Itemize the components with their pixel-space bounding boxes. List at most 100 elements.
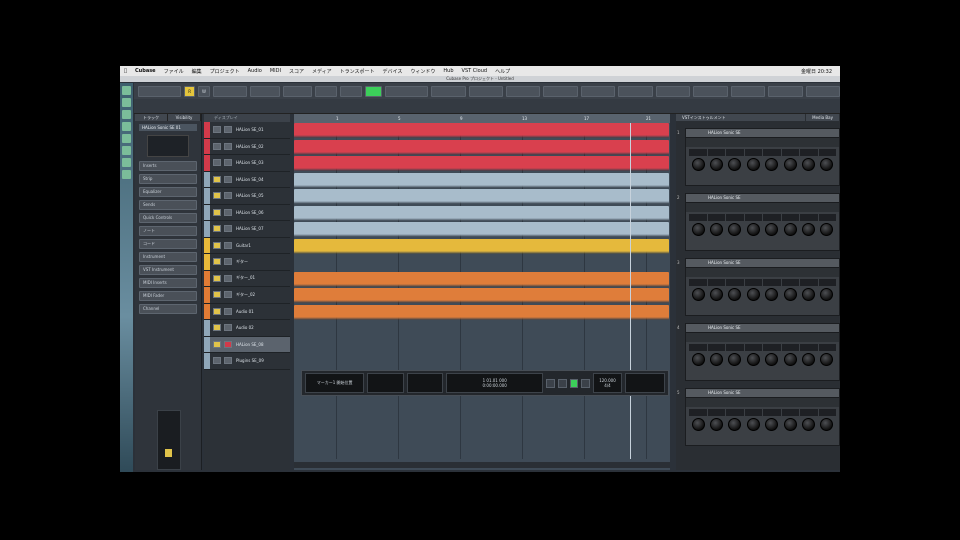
menu-item-edit[interactable]: 編集: [192, 68, 202, 75]
midi-event[interactable]: [294, 304, 669, 320]
toolbar-button[interactable]: [805, 85, 840, 97]
quick-control-knob[interactable]: [820, 288, 834, 301]
menu-item-hub[interactable]: Hub: [443, 68, 453, 74]
dock-app-icon[interactable]: [122, 170, 131, 179]
midi-event[interactable]: [294, 205, 669, 221]
inspector-volume-pan[interactable]: [147, 135, 189, 157]
arrange-window[interactable]: 1 5 9 13 17 21: [294, 114, 670, 470]
dock-app-icon[interactable]: [122, 146, 131, 155]
track-row[interactable]: HALion SE_07: [204, 221, 290, 238]
quick-control-knob[interactable]: [801, 418, 815, 431]
marker-display[interactable]: マーカー1 開始位置: [305, 373, 365, 393]
midi-event[interactable]: [294, 139, 669, 155]
toolbar-button[interactable]: [693, 85, 728, 97]
toolbar-active-button[interactable]: [365, 85, 382, 97]
midi-event[interactable]: [294, 222, 669, 237]
toolbar-button[interactable]: [314, 85, 337, 97]
track-name[interactable]: HALion SE_07: [236, 226, 264, 231]
dock-app-icon[interactable]: [122, 110, 131, 119]
quick-control-knob[interactable]: [783, 418, 797, 431]
track-name[interactable]: HALion SE_02: [236, 144, 264, 149]
record-enable-icon[interactable]: [224, 357, 232, 365]
menu-item-media[interactable]: メディア: [312, 68, 332, 75]
track-name[interactable]: Plugins SE_09: [236, 358, 264, 363]
locator-right[interactable]: [406, 373, 443, 393]
midi-event[interactable]: [294, 238, 669, 254]
track-row[interactable]: HALion SE_02: [204, 138, 290, 155]
track-name[interactable]: HALion SE_04: [236, 177, 264, 182]
inspector-section-midi-inserts[interactable]: MIDI Inserts: [139, 278, 197, 288]
toolbar-button[interactable]: [384, 85, 429, 97]
menu-app[interactable]: Cubase: [135, 68, 156, 74]
record-enable-icon[interactable]: [224, 175, 232, 183]
inspector-section-notes[interactable]: ノート: [139, 226, 197, 236]
dock-app-icon[interactable]: [122, 98, 131, 107]
monitor-icon[interactable]: [213, 340, 221, 348]
quick-control-knob[interactable]: [765, 158, 779, 171]
tempo-display[interactable]: 120.000 4/4: [593, 373, 622, 393]
monitor-icon[interactable]: [213, 357, 221, 365]
inspector-section-midi-fader[interactable]: MIDI Fader: [139, 291, 197, 301]
quick-control-knob[interactable]: [765, 353, 779, 366]
record-enable-icon[interactable]: [224, 340, 232, 348]
quick-control-knob[interactable]: [801, 288, 815, 301]
monitor-icon[interactable]: [213, 142, 221, 150]
quick-control-knob[interactable]: [765, 288, 779, 301]
record-enable-icon[interactable]: [224, 258, 232, 266]
midi-event[interactable]: [294, 172, 669, 188]
monitor-icon[interactable]: [213, 307, 221, 315]
toolbar-button[interactable]: [768, 85, 803, 97]
record-enable-icon[interactable]: [224, 307, 232, 315]
inspector-section-strip[interactable]: Strip: [139, 174, 197, 184]
track-name[interactable]: Audio 02: [236, 325, 254, 330]
automation-read-button[interactable]: R: [184, 85, 196, 97]
menu-item-project[interactable]: プロジェクト: [210, 68, 240, 75]
track-name[interactable]: Audio 01: [236, 309, 254, 314]
menu-item-devices[interactable]: デバイス: [383, 68, 403, 75]
inspector-tab-visibility[interactable]: Visibility: [168, 114, 201, 121]
instrument-preset-row[interactable]: [686, 332, 839, 342]
rack-tab-vsti[interactable]: VSTインストゥルメント: [676, 114, 806, 121]
midi-event[interactable]: [294, 123, 669, 138]
quick-control-knob[interactable]: [746, 158, 760, 171]
track-name[interactable]: HALion SE_08: [236, 342, 264, 347]
quick-control-knob[interactable]: [765, 418, 779, 431]
instrument-preset-row[interactable]: [686, 397, 839, 407]
instrument-preset-row[interactable]: [686, 202, 839, 212]
menu-item-midi[interactable]: MIDI: [270, 68, 281, 74]
quick-control-knob[interactable]: [710, 223, 724, 236]
monitor-icon[interactable]: [213, 324, 221, 332]
instrument-name[interactable]: HALion Sonic SE: [686, 389, 839, 397]
track-row[interactable]: HALion SE_06: [204, 204, 290, 221]
record-enable-icon[interactable]: [224, 192, 232, 200]
position-display[interactable]: 1 01.01 000 0:00:00.000: [445, 373, 544, 393]
monitor-icon[interactable]: [213, 274, 221, 282]
menu-item-window[interactable]: ウィンドウ: [410, 68, 435, 75]
record-enable-icon[interactable]: [224, 208, 232, 216]
dock-app-icon[interactable]: [122, 122, 131, 131]
toolbar-button[interactable]: [138, 85, 182, 97]
channel-fader[interactable]: [157, 410, 181, 470]
track-name[interactable]: HALion SE_06: [236, 210, 264, 215]
monitor-icon[interactable]: [213, 258, 221, 266]
inspector-tab-track[interactable]: トラック: [135, 114, 168, 121]
record-enable-icon[interactable]: [224, 291, 232, 299]
apple-icon[interactable]: : [124, 68, 127, 74]
quick-control-knob[interactable]: [765, 223, 779, 236]
instrument-preset-row[interactable]: [686, 267, 839, 277]
halion-sonic-instrument[interactable]: HALion Sonic SE: [685, 193, 840, 251]
inspector-section-channel[interactable]: Channel: [139, 304, 197, 314]
menu-item-vstcloud[interactable]: VST Cloud: [462, 68, 488, 74]
quick-control-knob[interactable]: [746, 418, 760, 431]
quick-control-knob[interactable]: [728, 158, 742, 171]
toolbar-button[interactable]: [468, 85, 503, 97]
toolbar-button[interactable]: [431, 85, 466, 97]
inspector-section-vsti[interactable]: VST Instrument: [139, 265, 197, 275]
track-row[interactable]: Plugins SE_09: [204, 353, 290, 370]
menu-item-audio[interactable]: Audio: [248, 68, 262, 74]
track-name[interactable]: ギター_02: [236, 292, 255, 298]
inspector-section-chords[interactable]: コード: [139, 239, 197, 249]
track-row[interactable]: HALion SE_05: [204, 188, 290, 205]
quick-control-knob[interactable]: [691, 158, 705, 171]
toolbar-button[interactable]: [282, 85, 312, 97]
